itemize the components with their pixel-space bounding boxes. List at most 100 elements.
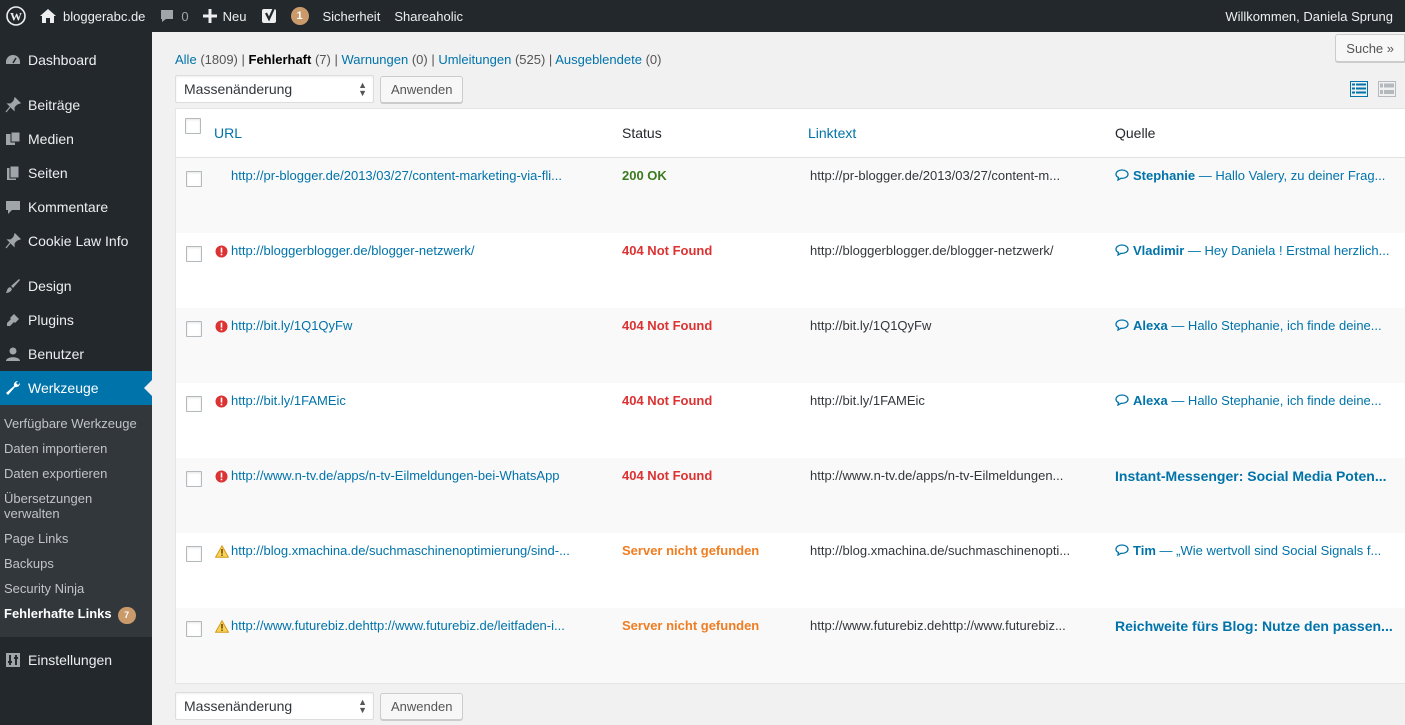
- row-checkbox[interactable]: [186, 621, 202, 637]
- excerpt-view-icon[interactable]: [1377, 80, 1397, 98]
- menu-posts[interactable]: Beiträge: [0, 88, 152, 122]
- link-status: 404 Not Found: [622, 318, 713, 333]
- source-excerpt: — Hallo Stephanie, ich finde deine...: [1167, 393, 1382, 408]
- filter-redirects[interactable]: Umleitungen: [438, 52, 511, 67]
- comment-bubble-icon: [1115, 168, 1133, 183]
- menu-label: Plugins: [28, 312, 74, 328]
- filter-broken-count: (7): [314, 52, 331, 67]
- menu-users[interactable]: Benutzer: [0, 337, 152, 371]
- view-mode-switcher: [1349, 80, 1405, 98]
- plugin-icon: [0, 312, 26, 328]
- column-linktext[interactable]: Linktext: [808, 125, 856, 141]
- menu-dashboard[interactable]: Dashboard: [0, 43, 152, 77]
- filter-broken[interactable]: Fehlerhaft: [249, 52, 312, 67]
- select-all-checkbox[interactable]: [185, 118, 201, 134]
- source-link[interactable]: Alexa — Hallo Stephanie, ich finde deine…: [1115, 393, 1405, 408]
- menu-cookie-law-info[interactable]: Cookie Law Info: [0, 224, 152, 258]
- menu-design[interactable]: Design: [0, 269, 152, 303]
- comment-icon: [0, 199, 26, 215]
- list-view-icon[interactable]: [1349, 80, 1369, 98]
- menu-comments[interactable]: Kommentare: [0, 190, 152, 224]
- menu-settings[interactable]: Einstellungen: [0, 643, 152, 677]
- select-arrows-icon: ▲ ▼: [358, 697, 367, 715]
- settings-icon: [0, 652, 26, 668]
- row-checkbox[interactable]: [186, 246, 202, 262]
- svg-text:W: W: [10, 10, 22, 24]
- link-url[interactable]: http://bit.ly/1Q1QyFw: [231, 318, 603, 333]
- security-link[interactable]: Sicherheit: [316, 0, 388, 32]
- source-post-link[interactable]: Instant-Messenger: Social Media Poten...: [1115, 468, 1405, 484]
- apply-button[interactable]: Anwenden: [380, 692, 464, 720]
- filter-all[interactable]: Alle: [175, 52, 197, 67]
- search-button[interactable]: Suche »: [1335, 34, 1405, 62]
- link-status: Server nicht gefunden: [622, 618, 760, 633]
- source-excerpt: — Hallo Valery, zu deiner Frag...: [1195, 168, 1386, 183]
- shareaholic-label: Shareaholic: [394, 8, 463, 24]
- row-checkbox[interactable]: [186, 396, 202, 412]
- user-icon: [0, 346, 26, 362]
- row-checkbox[interactable]: [186, 546, 202, 562]
- filter-hidden[interactable]: Ausgeblendete: [555, 52, 642, 67]
- error-icon: [215, 320, 228, 333]
- link-status: Server nicht gefunden: [622, 543, 760, 558]
- bulk-action-value: Massenänderung: [184, 698, 293, 714]
- broken-links-table: URL Status Linktext Quelle http://pr-blo…: [175, 108, 1405, 684]
- yoast-seo-link[interactable]: 1: [254, 0, 316, 32]
- table-row: http://blog.xmachina.de/suchmaschinenopt…: [176, 533, 1405, 608]
- submenu-page-links[interactable]: Page Links: [0, 526, 152, 551]
- link-text: http://blog.xmachina.de/suchmaschinenopt…: [810, 543, 1071, 558]
- row-checkbox[interactable]: [186, 171, 202, 187]
- submenu-translations[interactable]: Übersetzungen verwalten: [0, 486, 152, 526]
- filter-warnings[interactable]: Warnungen: [341, 52, 408, 67]
- submenu-backups[interactable]: Backups: [0, 551, 152, 576]
- source-link[interactable]: Stephanie — Hallo Valery, zu deiner Frag…: [1115, 168, 1405, 183]
- menu-pages[interactable]: Seiten: [0, 156, 152, 190]
- source-post-link[interactable]: Reichweite fürs Blog: Nutze den passen..…: [1115, 618, 1405, 634]
- source-link[interactable]: Alexa — Hallo Stephanie, ich finde deine…: [1115, 318, 1405, 333]
- source-link[interactable]: Tim — „Wie wertvoll sind Social Signals …: [1115, 543, 1405, 558]
- yoast-count-badge: 1: [290, 7, 309, 25]
- link-url[interactable]: http://www.futurebiz.dehttp://www.future…: [231, 618, 603, 633]
- error-icon: [215, 245, 228, 258]
- bulk-actions-bottom: Massenänderung ▲ ▼ Anwenden: [175, 692, 464, 720]
- menu-label: Kommentare: [28, 199, 109, 215]
- shareaholic-link[interactable]: Shareaholic: [387, 0, 470, 32]
- submenu-export[interactable]: Daten exportieren: [0, 461, 152, 486]
- menu-plugins[interactable]: Plugins: [0, 303, 152, 337]
- menu-tools[interactable]: Werkzeuge: [0, 371, 152, 405]
- main-content: Suche » Alle (1809) | Fehlerhaft (7) | W…: [152, 32, 1405, 725]
- filter-warnings-count: (0): [411, 52, 428, 67]
- apply-button[interactable]: Anwenden: [380, 75, 464, 103]
- comment-bubble-icon: [159, 8, 175, 24]
- source-author: Vladimir: [1133, 243, 1185, 258]
- source-link[interactable]: Vladimir — Hey Daniela ! Erstmal herzlic…: [1115, 243, 1405, 258]
- menu-label: Medien: [28, 131, 74, 147]
- link-url[interactable]: http://www.n-tv.de/apps/n-tv-Eilmeldunge…: [231, 468, 603, 483]
- bulk-action-select[interactable]: Massenänderung ▲ ▼: [175, 75, 374, 103]
- table-row: http://bit.ly/1FAMEic 404 Not Found http:/…: [176, 383, 1405, 458]
- plus-icon: [202, 9, 217, 23]
- link-url[interactable]: http://bloggerblogger.de/blogger-netzwer…: [231, 243, 603, 258]
- link-url[interactable]: http://pr-blogger.de/2013/03/27/content-…: [231, 168, 603, 183]
- link-url[interactable]: http://bit.ly/1FAMEic: [231, 393, 603, 408]
- row-checkbox[interactable]: [186, 321, 202, 337]
- submenu-broken-links[interactable]: Fehlerhafte Links 7: [0, 601, 152, 629]
- wordpress-logo-icon[interactable]: W: [0, 0, 32, 32]
- source-excerpt: — Hallo Stephanie, ich finde deine...: [1167, 318, 1382, 333]
- submenu-import[interactable]: Daten importieren: [0, 436, 152, 461]
- menu-media[interactable]: Medien: [0, 122, 152, 156]
- submenu-available-tools[interactable]: Verfügbare Werkzeuge: [0, 411, 152, 436]
- comment-bubble-icon: [1115, 318, 1133, 333]
- row-checkbox[interactable]: [186, 471, 202, 487]
- new-content-link[interactable]: Neu: [196, 0, 254, 32]
- link-text: http://www.n-tv.de/apps/n-tv-Eilmeldunge…: [810, 468, 1064, 483]
- link-url[interactable]: http://blog.xmachina.de/suchmaschinenopt…: [231, 543, 603, 558]
- submenu-security-ninja[interactable]: Security Ninja: [0, 576, 152, 601]
- menu-label: Einstellungen: [28, 652, 113, 668]
- site-name-link[interactable]: bloggerabc.de: [32, 0, 152, 32]
- comments-link[interactable]: 0: [152, 0, 195, 32]
- column-url[interactable]: URL: [214, 125, 242, 141]
- account-link[interactable]: Willkommen, Daniela Sprung: [1218, 0, 1405, 32]
- bulk-action-select[interactable]: Massenänderung ▲ ▼: [175, 692, 374, 720]
- brush-icon: [0, 278, 26, 294]
